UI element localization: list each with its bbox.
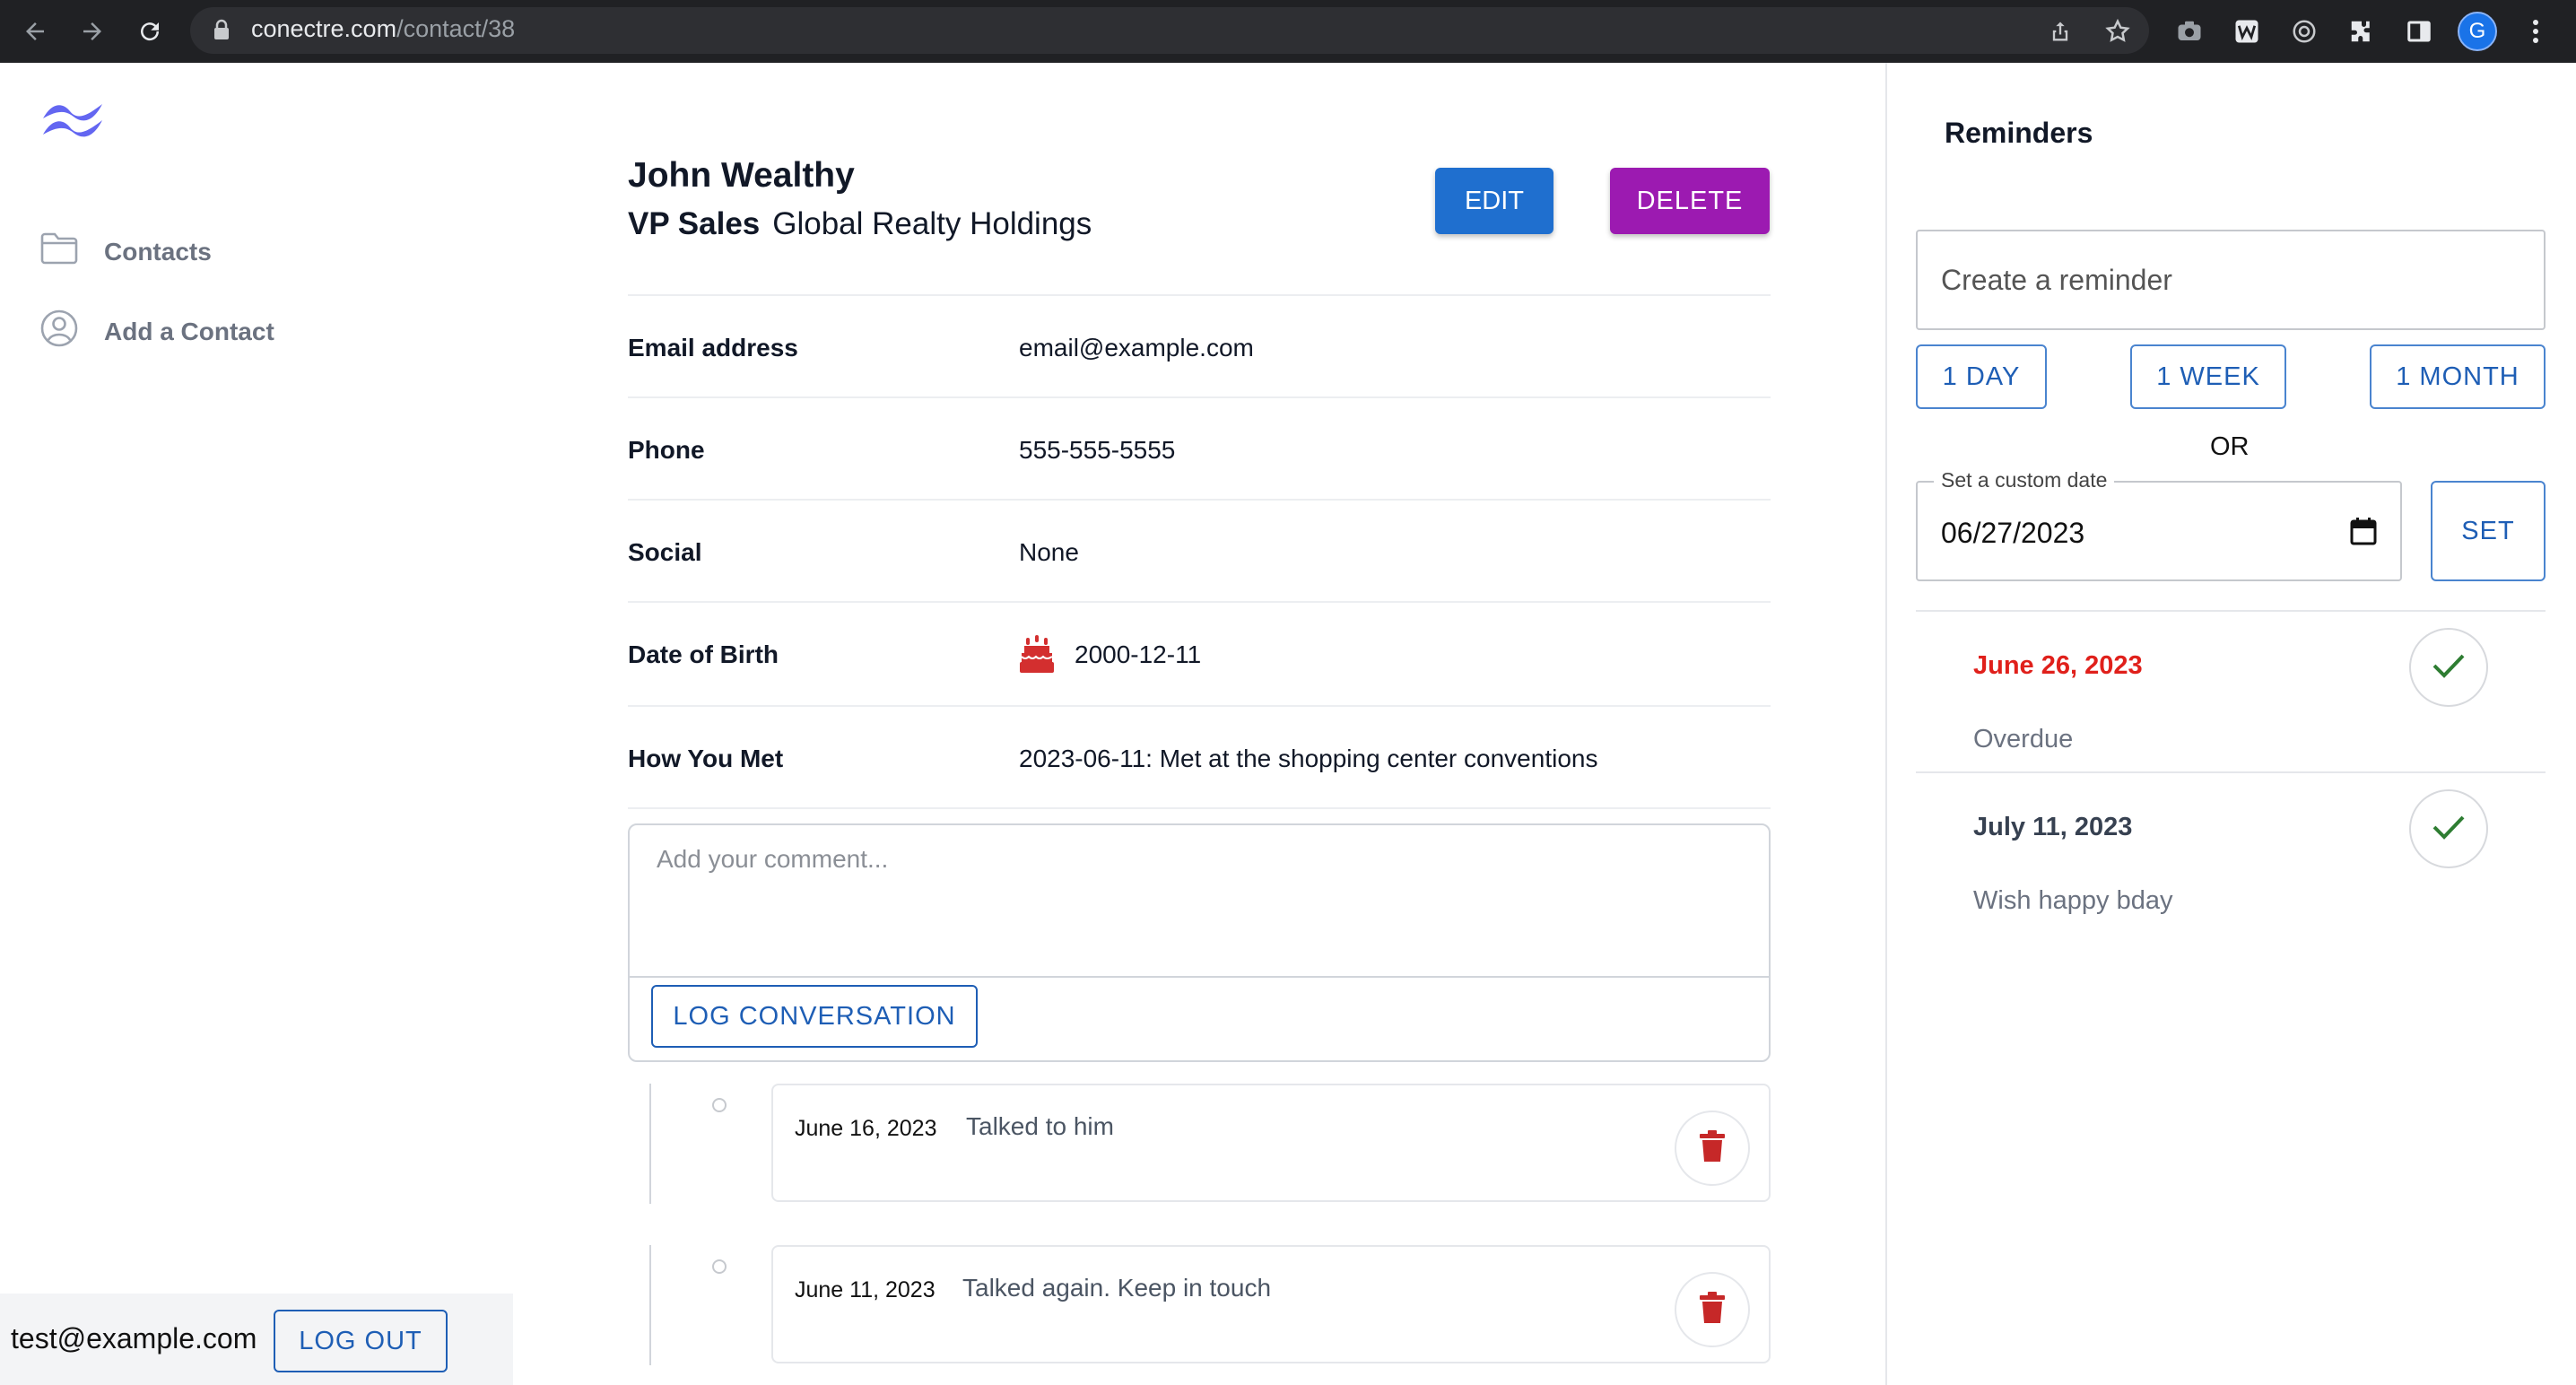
trash-icon: [1700, 1129, 1725, 1167]
sidebar-item-label: Contacts: [104, 237, 212, 266]
log-conversation-button[interactable]: LOG CONVERSATION: [651, 985, 978, 1048]
custom-date-value: 06/27/2023: [1941, 517, 2085, 549]
detail-value: email@example.com: [1019, 334, 1254, 361]
timeline-line: [649, 1245, 651, 1365]
back-icon[interactable]: [16, 13, 54, 50]
delete-log-button[interactable]: [1675, 1111, 1750, 1186]
detail-value: 555-555-5555: [1019, 436, 1176, 464]
side-panel-icon[interactable]: [2402, 14, 2436, 48]
reminder-1-day-button[interactable]: 1 DAY: [1916, 344, 2047, 409]
w-extension-icon[interactable]: [2230, 14, 2264, 48]
openai-extension-icon[interactable]: [2287, 14, 2321, 48]
timeline-dot: [712, 1098, 727, 1112]
contact-role: VP Sales: [628, 206, 761, 241]
url-text: conectre.com/contact/38: [251, 15, 516, 42]
sidebar-item-label: Add a Contact: [104, 317, 274, 345]
reminder-note: Overdue: [1973, 725, 2074, 753]
user-circle-icon: [39, 309, 79, 354]
reminder-date: July 11, 2023: [1973, 813, 2133, 841]
reminder-date: June 26, 2023: [1973, 651, 2143, 680]
set-date-button[interactable]: SET: [2431, 481, 2546, 581]
reminder-input[interactable]: [1916, 230, 2546, 330]
reminders-title: Reminders: [1945, 117, 2093, 149]
detail-label: Social: [628, 538, 702, 566]
user-bar: test@example.com LOG OUT: [0, 1294, 513, 1385]
delete-button[interactable]: DELETE: [1610, 168, 1770, 234]
edit-button[interactable]: EDIT: [1435, 168, 1553, 234]
reminder-1-week-button[interactable]: 1 WEEK: [2130, 344, 2286, 409]
list-item: June 11, 2023 Talked again. Keep in touc…: [771, 1245, 1771, 1363]
detail-row-how-met: How You Met 2023-06-11: Met at the shopp…: [628, 705, 1771, 807]
check-icon: [2431, 651, 2467, 684]
detail-value: 2000-12-11: [1075, 640, 1202, 668]
comment-input[interactable]: [630, 825, 1769, 976]
contact-company: Global Realty Holdings: [772, 206, 1092, 241]
timeline-dot: [712, 1259, 727, 1274]
trash-icon: [1700, 1291, 1725, 1328]
detail-row-social: Social None: [628, 499, 1771, 601]
app-logo-icon[interactable]: [39, 97, 106, 146]
detail-label: Phone: [628, 436, 705, 464]
browser-toolbar: conectre.com/contact/38 G: [0, 0, 2576, 63]
complete-reminder-button[interactable]: [2409, 628, 2488, 707]
log-date: June 11, 2023: [795, 1277, 936, 1302]
profile-avatar[interactable]: G: [2458, 12, 2497, 51]
detail-label: How You Met: [628, 745, 784, 772]
logout-button[interactable]: LOG OUT: [274, 1310, 448, 1372]
reminder-note: Wish happy bday: [1973, 886, 2173, 915]
detail-value: 2023-06-11: Met at the shopping center c…: [1019, 745, 1598, 772]
birthday-cake-icon: [1019, 635, 1055, 679]
check-icon: [2431, 813, 2467, 846]
list-item: June 16, 2023 Talked to him: [771, 1084, 1771, 1202]
detail-row-birthday: Date of Birth 2000-12-11: [628, 601, 1771, 703]
detail-divider: [628, 807, 1771, 809]
detail-row-phone: Phone 555-555-5555: [628, 396, 1771, 499]
detail-row-email: Email address email@example.com: [628, 294, 1771, 396]
custom-date-field[interactable]: Set a custom date 06/27/2023: [1916, 468, 2402, 581]
comment-box: LOG CONVERSATION: [628, 823, 1771, 1062]
reminder-1-month-button[interactable]: 1 MONTH: [2370, 344, 2546, 409]
or-label: OR: [2210, 432, 2250, 461]
lock-icon: [212, 18, 231, 46]
reload-icon[interactable]: [131, 13, 169, 50]
folder-icon: [39, 231, 79, 272]
forward-icon[interactable]: [74, 13, 111, 50]
bookmark-star-icon[interactable]: [2101, 14, 2135, 48]
sidebar-item-add-contact[interactable]: Add a Contact: [39, 309, 274, 354]
camera-extension-icon[interactable]: [2172, 14, 2206, 48]
contact-subtitle: VP Sales Global Realty Holdings: [628, 206, 1092, 242]
comment-divider: [630, 976, 1769, 978]
log-date: June 16, 2023: [795, 1116, 937, 1141]
detail-value: None: [1019, 538, 1079, 566]
detail-label: Email address: [628, 334, 798, 361]
calendar-icon[interactable]: [2350, 517, 2377, 550]
log-text: Talked to him: [966, 1112, 1114, 1140]
user-email: test@example.com: [11, 1322, 257, 1355]
detail-label: Date of Birth: [628, 640, 779, 668]
complete-reminder-button[interactable]: [2409, 789, 2488, 868]
contact-name: John Wealthy: [628, 156, 855, 195]
puzzle-extensions-icon[interactable]: [2345, 14, 2379, 48]
more-menu-icon[interactable]: [2519, 14, 2553, 48]
share-icon[interactable]: [2043, 14, 2077, 48]
custom-date-label: Set a custom date: [1934, 468, 2115, 492]
delete-log-button[interactable]: [1675, 1272, 1750, 1347]
log-text: Talked again. Keep in touch: [962, 1274, 1272, 1302]
reminder-divider: [1916, 610, 2546, 612]
reminder-divider: [1916, 771, 2546, 773]
timeline-line: [649, 1084, 651, 1204]
sidebar-item-contacts[interactable]: Contacts: [39, 231, 212, 272]
